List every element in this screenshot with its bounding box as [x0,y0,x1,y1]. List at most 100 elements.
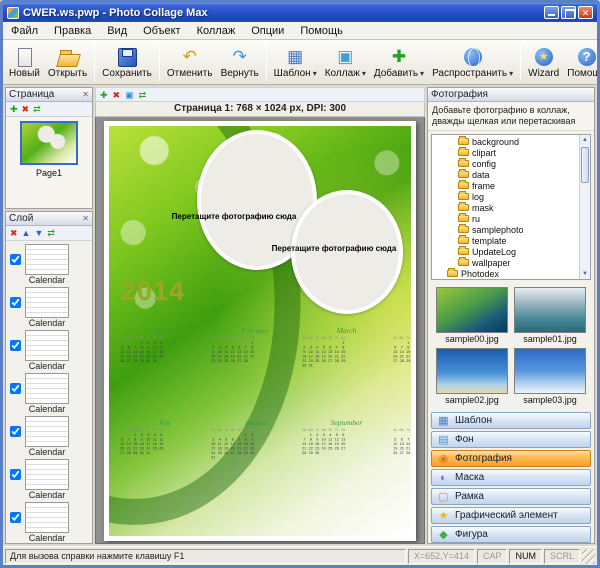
photo-thumbnail-image[interactable] [436,348,508,394]
canvas-workspace[interactable]: Перетащите фотографию сюда Перетащите фо… [95,117,425,544]
photo-thumbnail[interactable]: sample02.jpg [436,348,508,405]
layer-thumbnail[interactable] [25,459,69,490]
layer-delete-icon[interactable]: ✖ [10,226,18,240]
menu-item-5[interactable]: Коллаж [189,24,244,38]
day-number: 26 [158,446,165,451]
page-refresh-icon[interactable]: ⇄ [33,102,41,116]
canvas-refresh-icon[interactable]: ⇄ [139,88,147,102]
layer-visibility-checkbox[interactable] [10,383,21,394]
minimize-button[interactable] [544,6,559,19]
month-day-grid: SuMoTuWeThFrSa12345678910111213141516171… [301,428,347,455]
dropdown-arrow-icon[interactable]: ▾ [362,69,366,78]
tree-item[interactable]: template [432,235,579,246]
tree-item-label: config [472,159,496,169]
toolbar-button-wizard[interactable]: Wizard [524,41,563,83]
tree-item[interactable]: ru [432,213,579,224]
category-button-template[interactable]: ▦Шаблон [431,412,591,429]
layer-item[interactable]: Calendar [10,416,88,457]
tree-scrollbar-thumb[interactable] [581,147,589,183]
dropdown-arrow-icon[interactable]: ▾ [313,69,317,78]
tree-item-label: background [472,137,519,147]
layer-item[interactable]: Calendar [10,287,88,328]
toolbar-button-redo[interactable]: ↷Вернуть [217,41,263,83]
layer-visibility-checkbox[interactable] [10,340,21,351]
tree-item[interactable]: mask [432,202,579,213]
photo-thumbnail[interactable]: sample01.jpg [514,287,586,344]
layer-thumbnail[interactable] [25,244,69,275]
tree-item[interactable]: clipart [432,147,579,158]
dropdown-arrow-icon[interactable]: ▾ [420,69,424,78]
layer-up-icon[interactable]: ▲ [22,226,31,240]
tree-item[interactable]: samplephoto [432,224,579,235]
toolbar-button-save[interactable]: Сохранить [98,41,156,83]
category-button-frame[interactable]: ▢Рамка [431,488,591,505]
close-icon[interactable]: ✕ [82,213,89,225]
category-button-mask[interactable]: ◐Маска [431,469,591,486]
category-button-shape[interactable]: ◆Фигура [431,526,591,543]
layer-thumbnail[interactable] [25,373,69,404]
layer-item[interactable]: Calendar [10,244,88,285]
page-add-icon[interactable]: ✚ [10,102,18,116]
tree-item[interactable]: config [432,158,579,169]
toolbar-button-add[interactable]: ✚Добавить▾ [370,41,428,83]
close-icon[interactable]: ✕ [82,89,89,101]
toolbar-button-open[interactable]: Открыть [44,41,91,83]
collage-page[interactable]: Перетащите фотографию сюда Перетащите фо… [104,121,416,541]
layer-item[interactable]: Calendar [10,459,88,500]
layer-visibility-checkbox[interactable] [10,426,21,437]
layer-thumbnail[interactable] [25,287,69,318]
category-button-background[interactable]: ▤Фон [431,431,591,448]
layer-item[interactable]: Calendar [10,330,88,371]
page-delete-icon[interactable]: ✖ [22,102,30,116]
canvas-delete-icon[interactable]: ✖ [113,88,121,102]
resize-grip[interactable] [582,549,595,564]
menu-item-1[interactable]: Файл [3,24,46,38]
layer-thumbnail[interactable] [25,502,69,533]
toolbar-button-help[interactable]: Помощь [563,41,600,83]
category-button-graphic[interactable]: ★Графический элемент [431,507,591,524]
tree-item[interactable]: wallpaper [432,257,579,268]
dropdown-arrow-icon[interactable]: ▾ [509,69,513,78]
menu-item-4[interactable]: Объект [135,24,188,38]
category-button-photo[interactable]: ◉Фотография [431,450,591,467]
layer-thumbnail[interactable] [25,330,69,361]
photo-thumbnail-image[interactable] [514,348,586,394]
photo-thumbnail[interactable]: sample00.jpg [436,287,508,344]
layer-refresh-icon[interactable]: ⇄ [47,226,55,240]
photo-thumbnail-image[interactable] [514,287,586,333]
layers-panel: Слой ✕ ✖▲▼⇄ CalendarCalendarCalendarCale… [5,211,93,544]
toolbar-button-collage[interactable]: ▣Коллаж▾ [321,41,370,83]
photo-thumbnail[interactable]: sample03.jpg [514,348,586,405]
layer-down-icon[interactable]: ▼ [34,226,43,240]
tree-item[interactable]: Photodex [432,268,579,279]
layer-item[interactable]: Calendar [10,502,88,543]
tree-item[interactable]: data [432,169,579,180]
layer-item[interactable]: Calendar [10,373,88,414]
toolbar-button-new[interactable]: Новый [5,41,44,83]
photo-thumbnail-image[interactable] [436,287,508,333]
close-button[interactable] [578,6,593,19]
layer-thumbnail[interactable] [25,416,69,447]
title-bar[interactable]: CWER.ws.pwp - Photo Collage Max [3,3,597,22]
tree-scrollbar[interactable] [579,135,590,279]
tree-item[interactable]: background [432,136,579,147]
tree-item[interactable]: frame [432,180,579,191]
canvas-add-icon[interactable]: ✚ [100,88,108,102]
layer-visibility-checkbox[interactable] [10,512,21,523]
menu-item-2[interactable]: Правка [46,24,99,38]
page-thumbnail[interactable] [20,121,78,165]
menu-item-7[interactable]: Помощь [292,24,351,38]
menu-item-3[interactable]: Вид [99,24,135,38]
maximize-button[interactable] [561,6,576,19]
layer-visibility-checkbox[interactable] [10,469,21,480]
menu-item-6[interactable]: Опции [243,24,292,38]
toolbar-button-undo[interactable]: ↶Отменить [163,41,217,83]
tree-item[interactable]: log [432,191,579,202]
layer-visibility-checkbox[interactable] [10,297,21,308]
layer-visibility-checkbox[interactable] [10,254,21,265]
tree-item[interactable]: UpdateLog [432,246,579,257]
canvas-copy-icon[interactable]: ▣ [125,88,134,102]
toolbar-button-template[interactable]: ▦Шаблон▾ [270,41,321,83]
toolbar-button-publish[interactable]: Распространить▾ [428,41,517,83]
day-number: 31 [145,451,152,456]
